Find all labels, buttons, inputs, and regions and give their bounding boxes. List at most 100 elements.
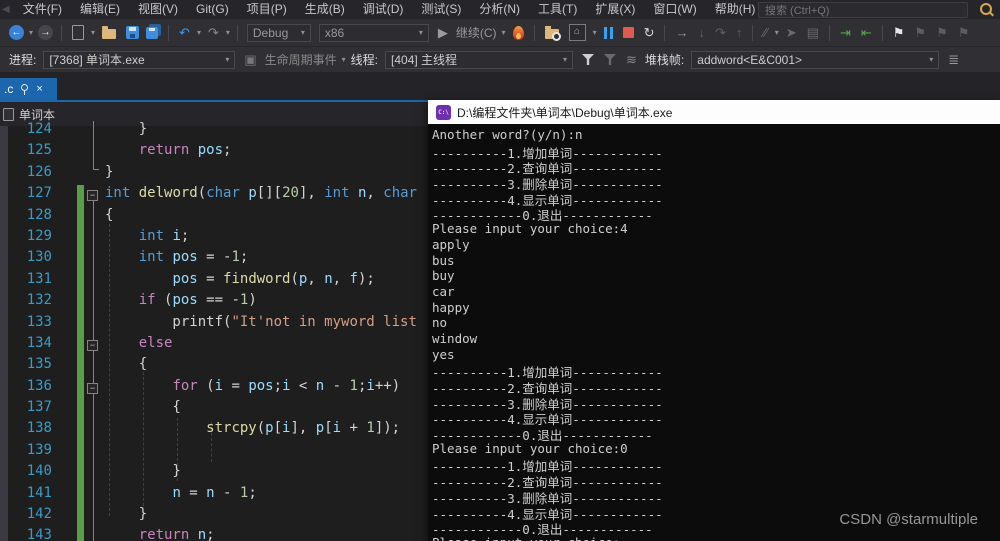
prev-bookmark-button[interactable]: ⚑	[914, 24, 926, 42]
console-titlebar[interactable]: C:\ D:\编程文件夹\单词本\Debug\单词本.exe	[428, 100, 1000, 124]
stack-frame-dropdown[interactable]: addword<E&C001> ▾	[691, 50, 940, 69]
code-text: }	[105, 121, 148, 137]
console-line: Please input your choice:	[432, 535, 1000, 541]
back-button[interactable]: ←	[9, 25, 24, 40]
toolbar-overflow-button[interactable]: ≣	[948, 51, 959, 69]
clear-bookmarks-button[interactable]: ⚑	[958, 24, 970, 42]
step-over-button[interactable]: ↷	[715, 24, 726, 42]
thread-dropdown-caret-icon[interactable]: ▾	[563, 55, 567, 64]
filter-flagged-button[interactable]	[604, 54, 617, 65]
console-line: Please input your choice:4	[432, 221, 628, 237]
breadcrumb-project[interactable]: 单词本	[19, 106, 55, 123]
forward-button[interactable]: →	[38, 25, 54, 40]
lifecycle-icon[interactable]: ▣	[244, 51, 256, 69]
search-input[interactable]	[759, 4, 979, 18]
standard-toolbar: ← ▾ → ▾ ↶ ▾ ↷ ▾ Debug ▾ x86 ▾ ▶ 继续(C) ▾ ▾ ↻ → ↓ ↷ ↑ ∕∕ ▾ ➤ ▤ ⇥ ⇤ ⚑ ⚑…	[0, 19, 1000, 47]
outdent-button[interactable]: ⇤	[861, 24, 872, 42]
stack-frame-label[interactable]: 堆栈帧:	[645, 51, 684, 68]
redo-button[interactable]: ↷	[208, 24, 219, 42]
breakpoints-window-button[interactable]	[568, 24, 586, 41]
save-button[interactable]	[126, 26, 140, 39]
menu-item-12[interactable]: 窗口(W)	[644, 0, 705, 19]
undo-dropdown[interactable]: ▾	[197, 28, 201, 37]
search-icon[interactable]	[980, 3, 992, 15]
process-label[interactable]: 进程:	[9, 51, 36, 68]
save-all-button[interactable]	[146, 26, 159, 39]
console-output[interactable]: Another word?(y/n):n ----------1.增加单词----…	[428, 124, 1000, 541]
lifecycle-events-button[interactable]: 生命周期事件	[265, 51, 337, 68]
menu-bar: ◀ 文件(F) 编辑(E) 视图(V) Git(G) 项目(P) 生成(B) 调试(D) 测试…	[0, 0, 1000, 19]
stop-button[interactable]	[622, 27, 634, 38]
next-bookmark-button[interactable]: ⚑	[936, 24, 948, 42]
hex-display-button[interactable]: ∕∕	[763, 24, 767, 42]
menu-item-11[interactable]: 扩展(X)	[586, 0, 644, 19]
line-number: 130	[26, 249, 52, 266]
menu-item-4[interactable]: Git(G)	[187, 0, 238, 19]
solution-config-dropdown-caret-icon[interactable]: ▾	[301, 28, 305, 37]
console-line: bus	[432, 252, 455, 268]
output-dropdown[interactable]: ▾	[593, 28, 597, 37]
bookmark-button[interactable]: ⚑	[893, 24, 905, 42]
close-icon[interactable]: ×	[36, 83, 42, 95]
suspend-threads-button[interactable]: ≋	[626, 51, 637, 69]
pin-icon[interactable]	[20, 83, 29, 95]
line-number: 128	[26, 206, 52, 223]
menu-item-5[interactable]: 项目(P)	[238, 0, 296, 19]
line-number: 126	[26, 163, 52, 180]
code-text: int i;	[138, 227, 190, 244]
step-into-button[interactable]: ↓	[698, 24, 705, 42]
menu-item-6[interactable]: 生成(B)	[296, 0, 354, 19]
continue-label[interactable]: 继续(C)	[456, 24, 497, 41]
undo-button[interactable]: ↶	[179, 24, 190, 42]
new-file-dropdown[interactable]: ▾	[91, 28, 95, 37]
show-next-statement-button[interactable]: →	[675, 24, 688, 42]
find-in-files-button[interactable]	[544, 26, 561, 41]
continue-button[interactable]: ▶	[438, 24, 448, 42]
toolbar-separator	[533, 24, 535, 41]
console-line: Another word?(y/n):n	[432, 127, 583, 142]
active-document-tab[interactable]: .c ×	[0, 78, 57, 100]
open-file-button[interactable]	[102, 26, 117, 39]
menu-item-8[interactable]: 测试(S)	[412, 0, 470, 19]
filter-threads-button[interactable]	[582, 54, 595, 65]
new-file-button[interactable]	[72, 25, 85, 40]
menu-item-9[interactable]: 分析(N)	[470, 0, 529, 19]
document-tab-strip: .c ×	[0, 72, 1000, 102]
code-text: printf("It'not in myword list	[105, 313, 417, 330]
lifecycle-dropdown[interactable]: ▾	[342, 55, 346, 64]
menu-item-3[interactable]: 视图(V)	[129, 0, 187, 19]
line-number: 138	[26, 420, 52, 437]
back-dropdown[interactable]: ▾	[29, 28, 33, 37]
redo-dropdown[interactable]: ▾	[226, 28, 230, 37]
menu-item-1[interactable]: 文件(F)	[14, 0, 71, 19]
step-out-button[interactable]: ↑	[736, 24, 743, 42]
pointer-mode-button[interactable]: ➤	[786, 24, 797, 42]
code-text: int delword(char p[][20], int n, char	[105, 185, 417, 202]
menu-item-10[interactable]: 工具(T)	[529, 0, 586, 19]
toolbar-separator	[881, 24, 883, 41]
hot-reload-button[interactable]	[512, 25, 524, 40]
process-dropdown-caret-icon[interactable]: ▾	[225, 55, 229, 64]
continue-dropdown[interactable]: ▾	[502, 28, 506, 37]
solution-platform-dropdown-caret-icon[interactable]: ▾	[419, 28, 423, 37]
hex-dropdown[interactable]: ▾	[775, 28, 779, 37]
process-dropdown[interactable]: [7368] 单词本.exe ▾	[43, 50, 236, 69]
solution-config-dropdown[interactable]: Debug ▾	[246, 23, 311, 42]
toolbar-separator	[752, 24, 754, 41]
thread-dropdown[interactable]: [404] 主线程 ▾	[385, 50, 574, 69]
pause-button[interactable]	[603, 26, 613, 39]
menu-item-13[interactable]: 帮助(H)	[706, 0, 765, 19]
menu-item-2[interactable]: 编辑(E)	[71, 0, 129, 19]
line-number: 127	[26, 185, 52, 202]
indent-button[interactable]: ⇥	[840, 24, 851, 42]
restart-button[interactable]: ↻	[644, 24, 655, 42]
menu-item-7[interactable]: 调试(D)	[354, 0, 413, 19]
thread-label[interactable]: 线程:	[351, 51, 378, 68]
code-text: return pos;	[138, 142, 232, 159]
console-window[interactable]: C:\ D:\编程文件夹\单词本\Debug\单词本.exe Another w…	[428, 100, 1000, 541]
code-map-button[interactable]: ▤	[807, 24, 819, 42]
stack-frame-dropdown-caret-icon[interactable]: ▾	[929, 55, 933, 64]
tab-title: .c	[4, 82, 14, 96]
solution-platform-dropdown[interactable]: x86 ▾	[318, 23, 429, 42]
quick-search-box[interactable]	[758, 2, 979, 18]
